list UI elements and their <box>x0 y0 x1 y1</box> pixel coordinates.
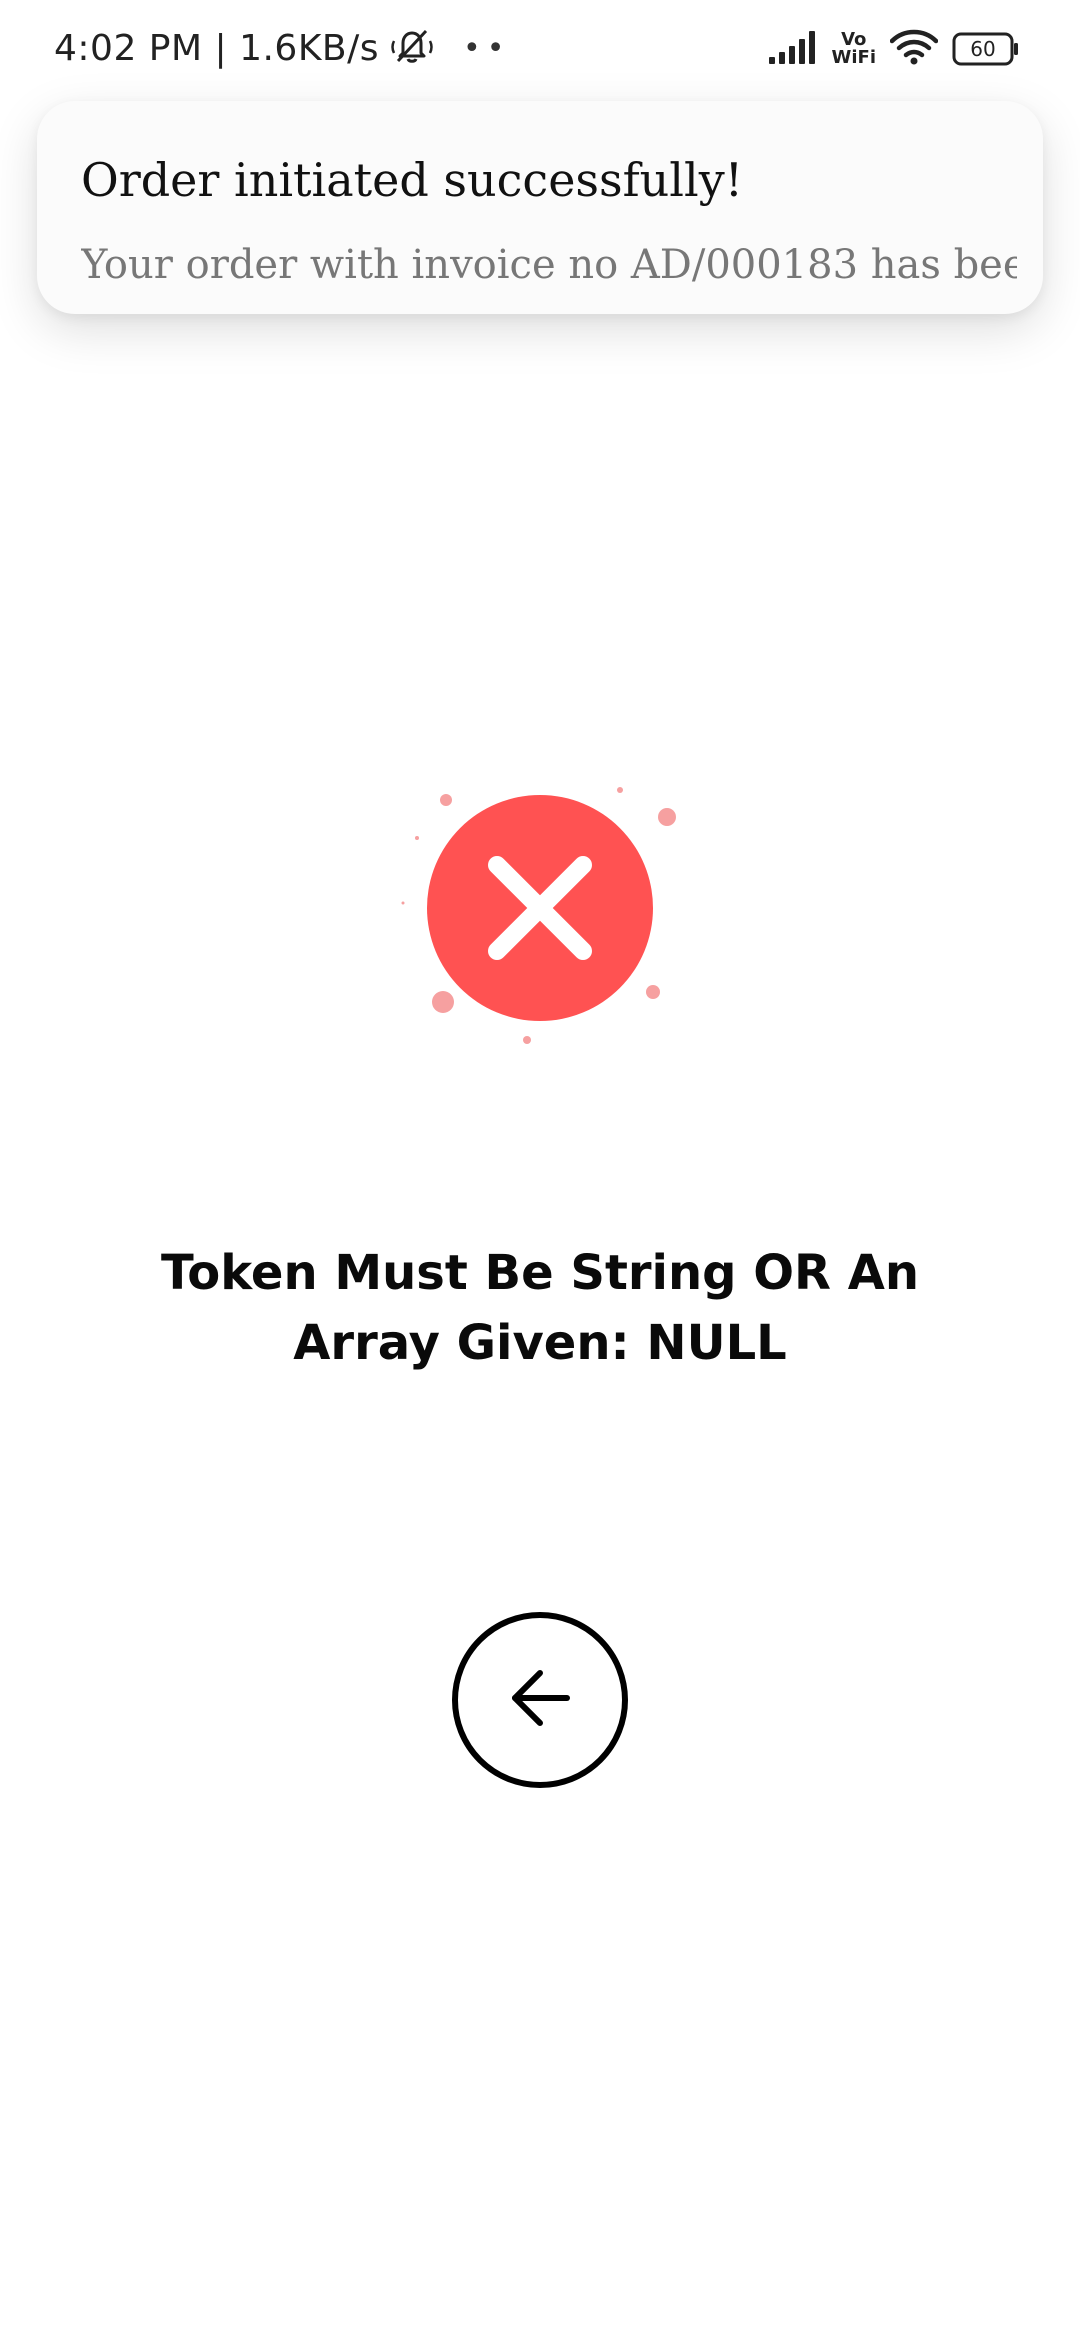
error-illustration <box>380 770 700 1070</box>
signal-icon <box>768 29 818 69</box>
overflow-dots: •• <box>463 30 511 66</box>
vowifi-bottom-label: WiFi <box>831 47 877 68</box>
arrow-left-icon <box>505 1663 575 1737</box>
notification-card[interactable]: Order initiated successfully! Your order… <box>37 101 1043 314</box>
battery-icon: 60 <box>952 32 1020 66</box>
status-left: 4:02 PM | 1.6KB/s •• <box>54 20 510 76</box>
status-time-speed: 4:02 PM | 1.6KB/s <box>54 27 380 69</box>
battery-level: 60 <box>970 37 996 61</box>
wifi-icon <box>889 28 939 70</box>
notification-body: Your order with invoice no AD/000183 has… <box>81 242 1017 282</box>
error-x-icon <box>427 795 653 1021</box>
muted-bell-icon <box>389 23 435 73</box>
error-message: Token Must Be String OR An Array Given: … <box>160 1245 920 1371</box>
status-right: Vo WiFi 60 <box>768 22 1021 76</box>
status-bar: 4:02 PM | 1.6KB/s •• Vo WiFi 60 <box>0 0 1080 96</box>
vowifi-icon: Vo WiFi <box>832 31 877 67</box>
notification-body-clip: Your order with invoice no AD/000183 has… <box>81 234 1017 282</box>
back-button[interactable] <box>452 1612 628 1788</box>
notification-title: Order initiated successfully! <box>81 153 744 207</box>
